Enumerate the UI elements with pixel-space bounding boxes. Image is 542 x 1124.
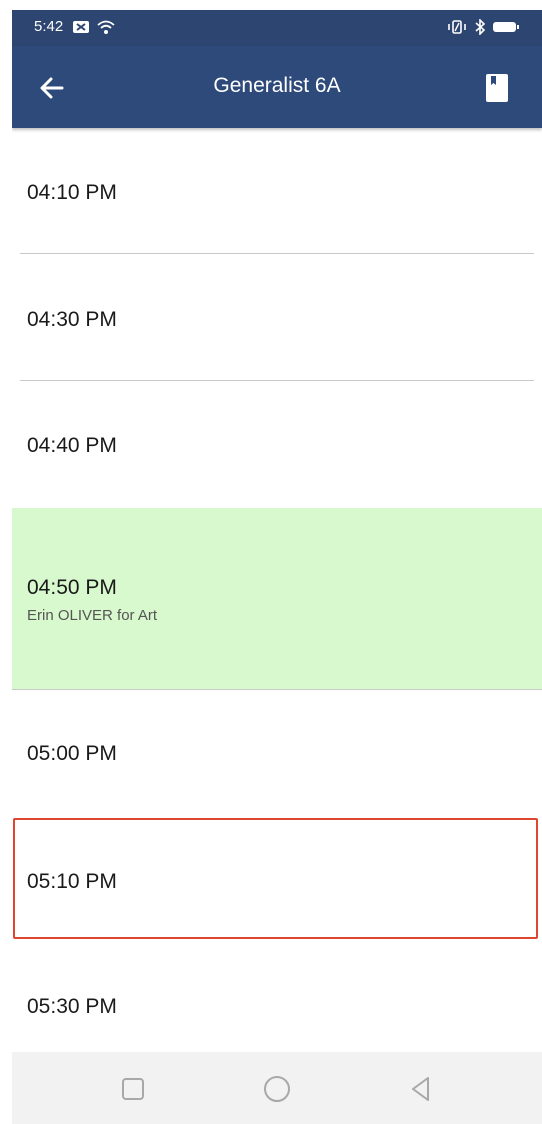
time-slot-item-booked[interactable]: 04:50 PM Erin OLIVER for Art bbox=[12, 508, 542, 690]
time-slot-item[interactable]: 04:40 PM bbox=[12, 381, 542, 508]
slot-booking-detail: Erin OLIVER for Art bbox=[27, 607, 158, 624]
recent-apps-icon bbox=[122, 1078, 144, 1100]
book-icon bbox=[486, 74, 508, 102]
battery-icon bbox=[493, 22, 519, 32]
slot-time: 05:10 PM bbox=[27, 870, 117, 893]
nav-back-button[interactable] bbox=[406, 1074, 436, 1104]
message-icon bbox=[73, 21, 89, 33]
time-slot-item[interactable]: 05:30 PM bbox=[12, 938, 542, 1052]
time-slot-item[interactable]: 05:00 PM bbox=[12, 690, 542, 818]
book-button[interactable] bbox=[482, 72, 512, 104]
back-icon bbox=[412, 1077, 429, 1101]
slot-time: 05:00 PM bbox=[27, 742, 117, 765]
slot-time: 04:30 PM bbox=[27, 308, 117, 331]
slot-time: 04:50 PM bbox=[27, 576, 117, 599]
slot-time: 04:10 PM bbox=[27, 181, 117, 204]
bluetooth-icon bbox=[475, 19, 486, 35]
recent-apps-button[interactable] bbox=[118, 1074, 148, 1104]
slot-time: 05:30 PM bbox=[27, 995, 117, 1018]
phone-screen: 5:42 Generalist 6A 04:10 PM 04:30 PM 04:… bbox=[12, 10, 542, 1124]
status-time: 5:42 bbox=[34, 18, 64, 35]
wifi-icon bbox=[97, 20, 115, 34]
status-bar: 5:42 bbox=[12, 10, 542, 46]
home-button[interactable] bbox=[262, 1074, 292, 1104]
slot-time: 04:40 PM bbox=[27, 434, 117, 457]
time-slot-list: 04:10 PM 04:30 PM 04:40 PM 04:50 PM Erin… bbox=[12, 128, 542, 1052]
home-icon bbox=[264, 1076, 290, 1102]
app-bar: Generalist 6A bbox=[12, 46, 542, 128]
vibrate-icon bbox=[448, 20, 466, 34]
page-title: Generalist 6A bbox=[213, 74, 341, 97]
time-slot-item[interactable]: 05:10 PM bbox=[12, 818, 542, 938]
system-nav-bar bbox=[12, 1052, 542, 1124]
time-slot-item[interactable]: 04:10 PM bbox=[12, 128, 542, 254]
time-slot-item[interactable]: 04:30 PM bbox=[12, 254, 542, 381]
